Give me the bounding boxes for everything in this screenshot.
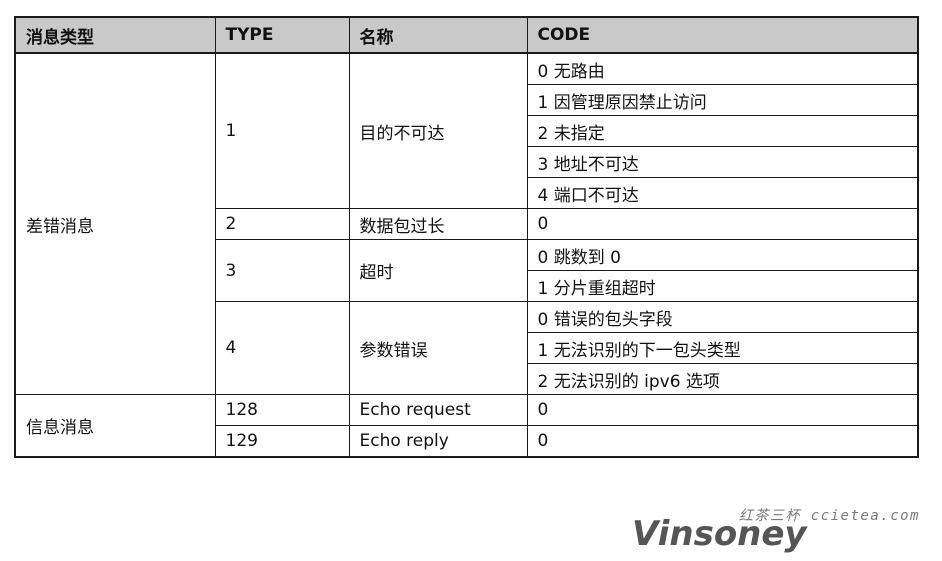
code-cell: 1 无法识别的下一包头类型 bbox=[526, 332, 919, 364]
name-cell: 数据包过长 bbox=[348, 208, 528, 240]
code-cell: 0 bbox=[526, 208, 919, 240]
code-cell: 0 bbox=[526, 425, 919, 458]
header-code: CODE bbox=[526, 16, 919, 54]
code-cell: 0 错误的包头字段 bbox=[526, 301, 919, 333]
header-type: TYPE bbox=[214, 16, 350, 54]
table-header-row: 消息类型 TYPE 名称 CODE bbox=[14, 16, 919, 54]
type-cell: 128 bbox=[214, 394, 350, 426]
header-name: 名称 bbox=[348, 16, 528, 54]
name-cell: Echo reply bbox=[348, 425, 528, 458]
name-cell: 超时 bbox=[348, 239, 528, 302]
code-cell: 1 分片重组超时 bbox=[526, 270, 919, 302]
icmp-message-table: 消息类型 TYPE 名称 CODE 差错消息 1 目的不可达 0 无路由 1 因… bbox=[14, 16, 919, 458]
type-cell: 4 bbox=[214, 301, 350, 395]
code-cell: 3 地址不可达 bbox=[526, 146, 919, 178]
code-cell: 4 端口不可达 bbox=[526, 177, 919, 209]
name-cell: 参数错误 bbox=[348, 301, 528, 395]
code-cell: 0 无路由 bbox=[526, 52, 919, 85]
watermark-logo: Vinsoney bbox=[632, 514, 807, 554]
header-message-type: 消息类型 bbox=[14, 16, 216, 54]
name-cell: 目的不可达 bbox=[348, 52, 528, 209]
code-cell: 2 无法识别的 ipv6 选项 bbox=[526, 363, 919, 395]
type-cell: 3 bbox=[214, 239, 350, 302]
code-cell: 0 bbox=[526, 394, 919, 426]
type-cell: 129 bbox=[214, 425, 350, 458]
type-cell: 2 bbox=[214, 208, 350, 240]
code-cell: 2 未指定 bbox=[526, 115, 919, 147]
message-group-error: 差错消息 bbox=[14, 52, 216, 395]
table-row: 差错消息 1 目的不可达 0 无路由 bbox=[14, 52, 919, 395]
code-cell: 1 因管理原因禁止访问 bbox=[526, 84, 919, 116]
table-row: 信息消息 128 Echo request 0 bbox=[14, 394, 919, 458]
type-cell: 1 bbox=[214, 52, 350, 209]
name-cell: Echo request bbox=[348, 394, 528, 426]
code-cell: 0 跳数到 0 bbox=[526, 239, 919, 271]
message-group-info: 信息消息 bbox=[14, 394, 216, 458]
